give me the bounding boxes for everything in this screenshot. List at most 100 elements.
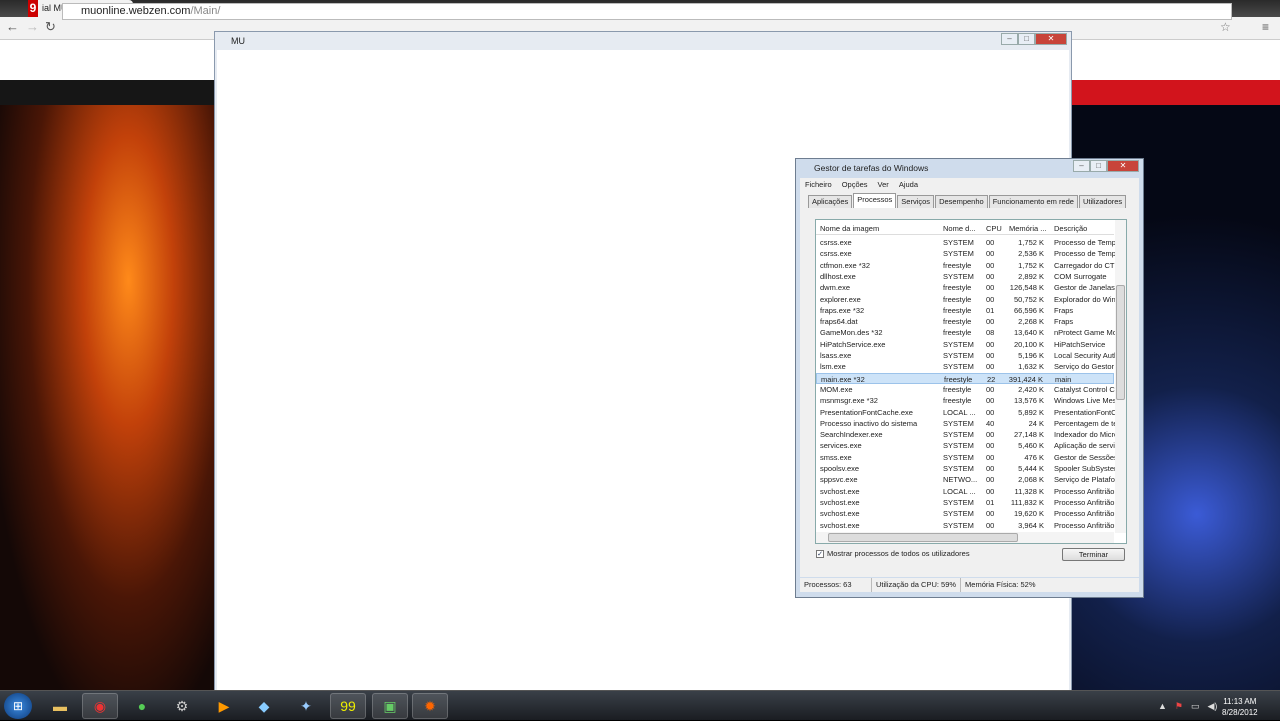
process-row[interactable]: ctfmon.exe *32 freestyle 00 1,752 K Carregad… bbox=[816, 260, 1116, 271]
tab-rede[interactable]: Funcionamento em rede bbox=[988, 195, 1078, 208]
tm-maximize-button[interactable]: □ bbox=[1090, 160, 1107, 172]
explorer-icon[interactable]: ▬ bbox=[42, 693, 78, 719]
cpu-value: 00 bbox=[986, 441, 995, 451]
memory-value: 476 K bbox=[1024, 452, 1044, 462]
tab-utilizadores[interactable]: Utilizadores bbox=[1078, 195, 1127, 208]
scrollbar-thumb[interactable] bbox=[1116, 285, 1125, 400]
close-button[interactable]: ✕ bbox=[1035, 33, 1067, 45]
menu-ficheiro[interactable]: Ficheiro bbox=[805, 178, 832, 191]
tm-close-button[interactable]: ✕ bbox=[1107, 160, 1139, 172]
process-row[interactable]: explorer.exe freestyle 00 50,752 K Explorado… bbox=[816, 294, 1116, 305]
vertical-scrollbar[interactable] bbox=[1115, 220, 1126, 533]
tab-desempenho[interactable]: Desempenho bbox=[935, 195, 988, 208]
memory-value: 24 K bbox=[1028, 418, 1044, 428]
address-bar[interactable]: muonline.webzen.com/Main/ bbox=[62, 3, 1232, 20]
process-name: csrss.exe bbox=[820, 249, 852, 259]
start-button[interactable]: ⊞ bbox=[4, 693, 32, 719]
process-row[interactable]: fraps64.dat freestyle 00 2,268 K Fraps bbox=[816, 316, 1114, 327]
process-row[interactable]: svchost.exe LOCAL ... 00 11,328 K Processo A… bbox=[816, 486, 1114, 497]
fraps-icon[interactable]: 99 bbox=[330, 693, 366, 719]
process-row[interactable]: services.exe SYSTEM 00 5,460 K Aplicação de … bbox=[816, 440, 1116, 451]
col-image-name[interactable]: Nome da imagem bbox=[820, 224, 879, 233]
show-all-processes-checkbox[interactable]: ✓ Mostrar processos de todos os utilizado… bbox=[816, 549, 970, 558]
tab-aplicacoes[interactable]: Aplicações bbox=[808, 195, 853, 208]
description: Processo Anfitrião bbox=[1054, 497, 1115, 507]
process-name: svchost.exe bbox=[820, 509, 860, 519]
network-app-icon[interactable]: ✦ bbox=[288, 693, 324, 719]
horizontal-scrollbar[interactable] bbox=[816, 532, 1114, 543]
checkbox-check-icon[interactable]: ✓ bbox=[816, 549, 824, 558]
forward-icon[interactable]: → bbox=[26, 19, 39, 34]
mu-game-icon[interactable]: ✹ bbox=[412, 693, 448, 719]
maximize-button[interactable]: □ bbox=[1018, 33, 1035, 45]
process-row[interactable]: dwm.exe freestyle 00 126,548 K Gestor de Jan… bbox=[816, 282, 1115, 293]
menu-ver[interactable]: Ver bbox=[878, 178, 889, 191]
description: Aplicação de serviç bbox=[1054, 441, 1116, 451]
memory-value: 20,100 K bbox=[1013, 339, 1044, 349]
tab-servicos[interactable]: Serviços bbox=[897, 195, 935, 208]
process-row[interactable]: svchost.exe SYSTEM 00 3,964 K Processo Anfit… bbox=[816, 520, 1114, 531]
clock[interactable]: 11:13 AM 8/28/2012 bbox=[1222, 696, 1258, 718]
bookmark-star-icon[interactable]: ☆ bbox=[1220, 20, 1231, 34]
process-row[interactable]: csrss.exe SYSTEM 00 1,752 K Processo de Temp… bbox=[816, 237, 1116, 248]
media-player-icon[interactable]: ▶ bbox=[206, 693, 242, 719]
minimize-button[interactable]: – bbox=[1001, 33, 1018, 45]
action-center-icon[interactable]: ⚑ bbox=[1175, 701, 1183, 712]
scrollbar-thumb[interactable] bbox=[828, 533, 1018, 542]
col-user-name[interactable]: Nome d... bbox=[943, 224, 976, 233]
process-name: msnmsgr.exe *32 bbox=[820, 396, 878, 406]
user-name: SYSTEM bbox=[943, 430, 974, 440]
reload-icon[interactable]: ↻ bbox=[45, 19, 56, 35]
process-row[interactable]: GameMon.des *32 freestyle 08 13,640 K nProte… bbox=[816, 327, 1116, 338]
col-cpu[interactable]: CPU bbox=[986, 224, 1002, 233]
description: Processo Anfitrião bbox=[1054, 520, 1115, 530]
col-description[interactable]: Descrição bbox=[1054, 224, 1087, 233]
col-memory[interactable]: Memória ... bbox=[1009, 224, 1047, 233]
process-row[interactable]: fraps.exe *32 freestyle 01 66,596 K Fraps bbox=[816, 305, 1114, 316]
cpu-value: 00 bbox=[986, 407, 995, 417]
process-row[interactable]: lsm.exe SYSTEM 00 1,632 K Serviço do Gestor bbox=[816, 361, 1114, 372]
chrome-icon[interactable]: ◉ bbox=[82, 693, 118, 719]
task-manager-taskbar-icon[interactable]: ▣ bbox=[372, 693, 408, 719]
process-row[interactable]: sppsvc.exe NETWO... 00 2,068 K Serviço de Pl… bbox=[816, 474, 1116, 485]
process-name: HiPatchService.exe bbox=[820, 339, 886, 349]
process-row[interactable]: SearchIndexer.exe SYSTEM 00 27,148 K Indexad… bbox=[816, 429, 1116, 440]
menu-opcoes[interactable]: Opções bbox=[842, 178, 868, 191]
end-process-button[interactable]: Terminar bbox=[1062, 548, 1125, 561]
process-name: dwm.exe bbox=[820, 283, 851, 293]
process-row[interactable]: main.exe *32 freestyle 22 391,424 Kmain bbox=[816, 372, 1114, 384]
taskbar: ⊞ ▬ ◉ ● ⚙ ▶ ◆ ✦ 99 ▣ ✹ ▲ ⚑ ▭ ◀) 11:13 AM… bbox=[0, 690, 1280, 720]
user-name: LOCAL ... bbox=[943, 486, 976, 496]
process-list[interactable]: Nome da imagem Nome d... CPU Memória ...… bbox=[815, 219, 1127, 544]
process-row[interactable]: lsass.exe SYSTEM 00 5,196 K Local Security A… bbox=[816, 350, 1116, 361]
description: Fraps bbox=[1054, 305, 1074, 315]
process-row[interactable]: dllhost.exe SYSTEM 00 2,892 K COM Surrogate bbox=[816, 271, 1114, 282]
process-name: smss.exe bbox=[820, 452, 852, 462]
tab-processos[interactable]: Processos bbox=[853, 193, 897, 208]
process-row[interactable]: svchost.exe SYSTEM 00 19,620 K Processo Anfi… bbox=[816, 508, 1114, 519]
back-icon[interactable]: ← bbox=[6, 19, 19, 34]
description: HiPatchService bbox=[1054, 339, 1106, 349]
description: Explorador do Windows bbox=[1054, 294, 1116, 304]
app-blue-icon[interactable]: ◆ bbox=[246, 693, 282, 719]
process-row[interactable]: spoolsv.exe SYSTEM 00 5,444 K Spooler SubSys… bbox=[816, 463, 1116, 474]
process-row[interactable]: msnmsgr.exe *32 freestyle 00 13,576 K Window… bbox=[816, 395, 1116, 406]
tray-expand-icon[interactable]: ▲ bbox=[1158, 701, 1167, 711]
steam-icon[interactable]: ⚙ bbox=[164, 693, 200, 719]
tm-minimize-button[interactable]: – bbox=[1073, 160, 1090, 172]
user-name: SYSTEM bbox=[943, 418, 974, 428]
process-row[interactable]: PresentationFontCache.exe LOCAL ... 00 5,89… bbox=[816, 407, 1116, 418]
process-row[interactable]: MOM.exe freestyle 00 2,420 K Catalyst Contro… bbox=[816, 384, 1115, 395]
status-bar: Processos: 63 Utilização da CPU: 59% Mem… bbox=[800, 578, 1139, 592]
process-row[interactable]: svchost.exe SYSTEM 01 111,832 K Processo Anf… bbox=[816, 497, 1114, 508]
menu-icon[interactable]: ≡ bbox=[1262, 20, 1269, 34]
process-row[interactable]: HiPatchService.exe SYSTEM 00 20,100 K HiPatc… bbox=[816, 339, 1114, 350]
process-row[interactable]: smss.exe SYSTEM 00 476 K Gestor de Sessões bbox=[816, 452, 1116, 463]
process-row[interactable]: csrss.exe SYSTEM 00 2,536 K Processo de Temp… bbox=[816, 248, 1116, 259]
volume-icon[interactable]: ◀) bbox=[1208, 701, 1218, 712]
network-icon[interactable]: ▭ bbox=[1191, 701, 1200, 712]
process-row[interactable]: Processo inactivo do sistema SYSTEM 40 24 K… bbox=[816, 418, 1116, 429]
menu-ajuda[interactable]: Ajuda bbox=[899, 178, 918, 191]
app-green-icon[interactable]: ● bbox=[124, 693, 160, 719]
cpu-value: 00 bbox=[986, 294, 995, 304]
